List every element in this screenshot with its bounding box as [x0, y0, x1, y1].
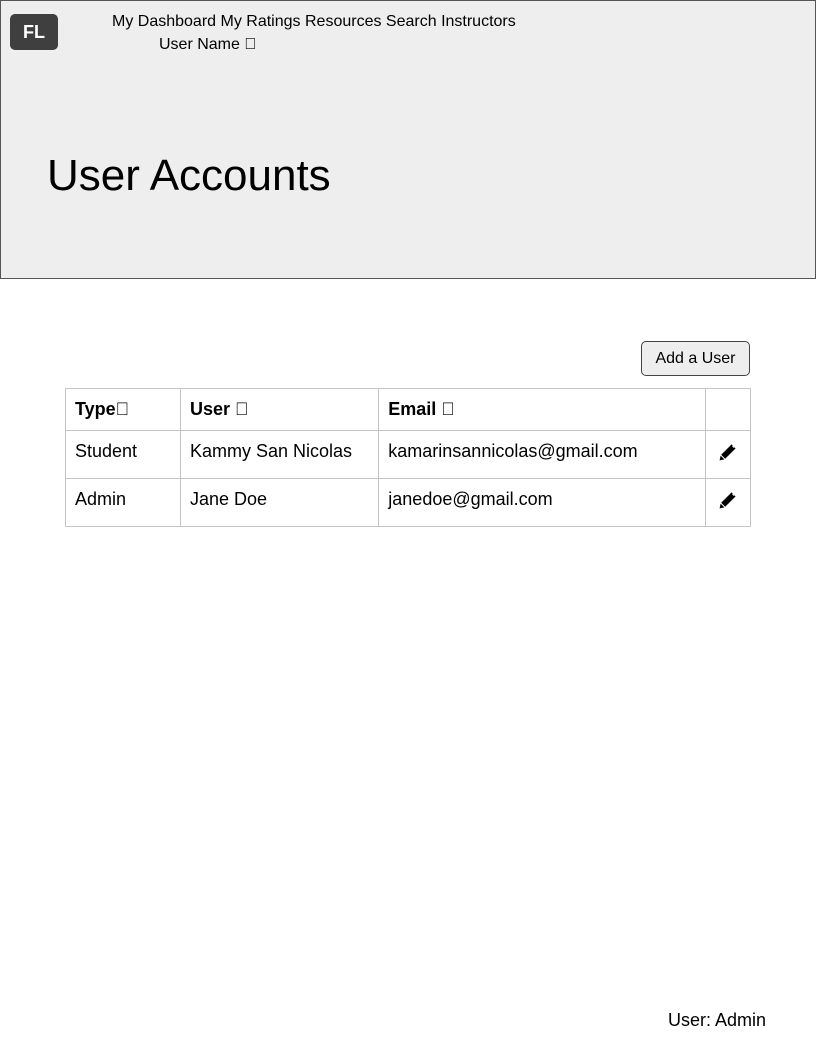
table-row: Student Kammy San Nicolas kamarinsannico…: [65, 430, 751, 479]
cell-actions: [705, 478, 751, 527]
nav-my-ratings[interactable]: My Ratings: [221, 13, 301, 30]
table-header-row: Type User  Email : [65, 388, 751, 431]
page-header: User Accounts: [0, 62, 816, 279]
cell-actions: [705, 430, 751, 479]
cell-type: Student: [65, 430, 181, 479]
cell-user: Kammy San Nicolas: [179, 430, 380, 479]
column-header-user[interactable]: User : [179, 388, 380, 431]
footer-user-label: User: Admin: [668, 1010, 767, 1030]
user-menu-dropdown[interactable]: User Name : [159, 36, 256, 54]
nav-search-instructors[interactable]: Search Instructors: [386, 13, 516, 30]
cell-type: Admin: [65, 478, 181, 527]
table-row: Admin Jane Doe janedoe@gmail.com: [65, 478, 751, 527]
cell-email: janedoe@gmail.com: [378, 478, 707, 527]
nav-my-dashboard[interactable]: My Dashboard: [112, 13, 216, 30]
users-table: Type User  Email  Student Kammy San N…: [65, 388, 751, 527]
column-header-type[interactable]: Type: [65, 388, 181, 431]
add-user-button[interactable]: Add a User: [641, 341, 750, 376]
cell-email: kamarinsannicolas@gmail.com: [378, 430, 707, 479]
logo[interactable]: FL: [10, 14, 58, 50]
column-header-actions: [705, 388, 751, 431]
page-title: User Accounts: [47, 151, 331, 200]
nav-resources[interactable]: Resources: [305, 13, 381, 30]
cell-user: Jane Doe: [179, 478, 380, 527]
top-nav-bar: FL My Dashboard My Ratings Resources Sea…: [0, 0, 816, 63]
main-nav: My Dashboard My Ratings Resources Search…: [112, 13, 516, 31]
pencil-icon[interactable]: [719, 491, 737, 509]
pencil-icon[interactable]: [719, 443, 737, 461]
column-header-email[interactable]: Email : [378, 388, 707, 431]
